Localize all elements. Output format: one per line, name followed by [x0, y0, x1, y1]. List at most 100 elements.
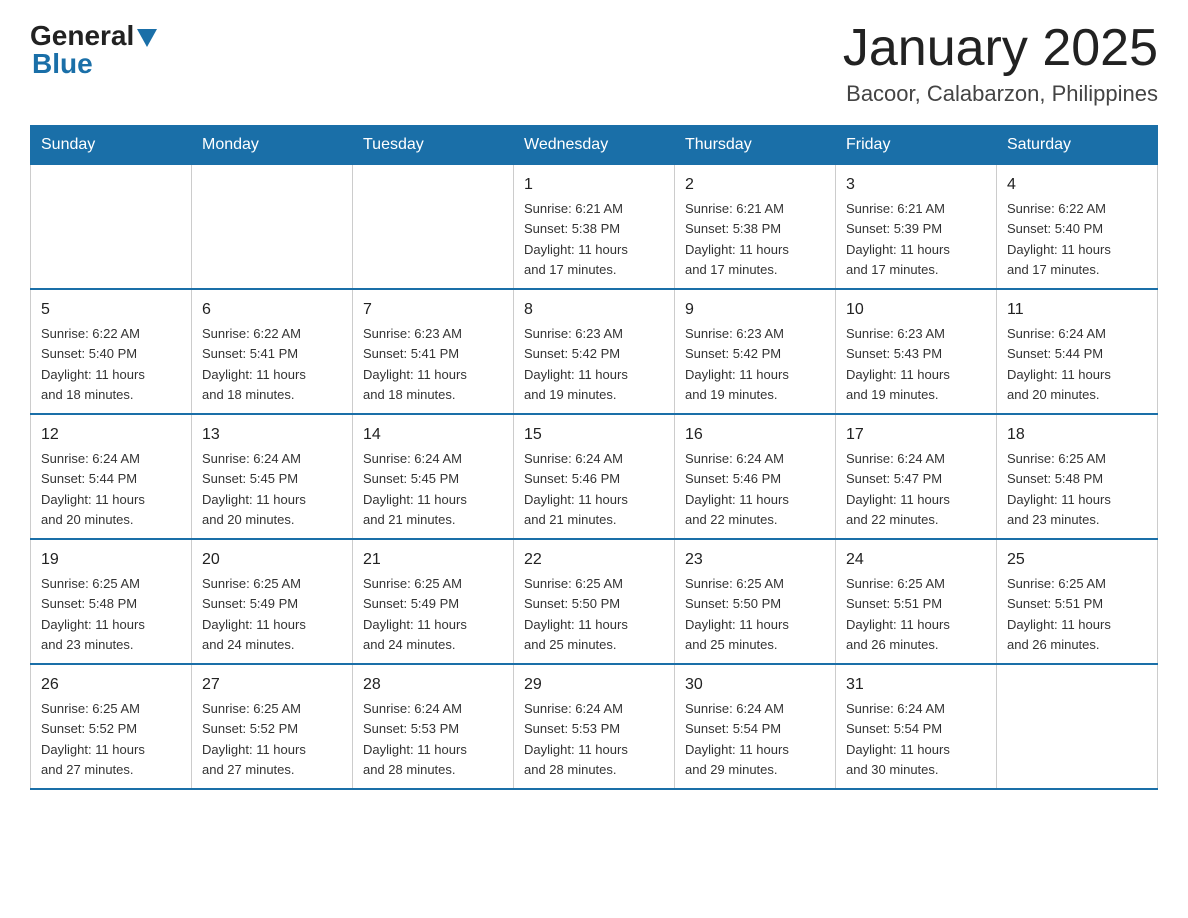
day-number: 7 [363, 298, 503, 322]
day-info: Sunrise: 6:23 AM Sunset: 5:41 PM Dayligh… [363, 326, 467, 402]
calendar-day-cell: 23Sunrise: 6:25 AM Sunset: 5:50 PM Dayli… [675, 539, 836, 664]
day-number: 31 [846, 673, 986, 697]
day-info: Sunrise: 6:23 AM Sunset: 5:43 PM Dayligh… [846, 326, 950, 402]
calendar-day-cell: 6 Sunrise: 6:22 AM Sunset: 5:41 PM Daylig… [192, 289, 353, 414]
calendar-day-cell [192, 165, 353, 290]
day-number: 30 [685, 673, 825, 697]
day-number: 20 [202, 548, 342, 572]
day-number: 13 [202, 423, 342, 447]
calendar-day-cell: 24 Sunrise: 6:25 AM Sunset: 5:51 PM Dayli… [836, 539, 997, 664]
day-info: Sunrise: 6:22 AM Sunset: 5:41 PM Dayligh… [202, 326, 306, 402]
day-number: 27 [202, 673, 342, 697]
day-number: 11 [1007, 298, 1147, 322]
day-info: Sunrise: 6:25 AM Sunset: 5:50 PM Dayligh… [685, 576, 789, 652]
day-info: Sunrise: 6:23 AM Sunset: 5:42 PM Dayligh… [524, 326, 628, 402]
logo-triangle-icon [137, 29, 157, 47]
day-info: Sunrise: 6:23 AM Sunset: 5:42 PM Dayligh… [685, 326, 789, 402]
calendar-day-cell: 11Sunrise: 6:24 AM Sunset: 5:44 PM Dayli… [997, 289, 1158, 414]
day-info: Sunrise: 6:24 AM Sunset: 5:53 PM Dayligh… [363, 701, 467, 777]
calendar-day-cell: 9 Sunrise: 6:23 AM Sunset: 5:42 PM Daylig… [675, 289, 836, 414]
calendar-day-cell: 30 Sunrise: 6:24 AM Sunset: 5:54 PM Dayli… [675, 664, 836, 789]
day-number: 19 [41, 548, 181, 572]
day-info: Sunrise: 6:24 AM Sunset: 5:54 PM Dayligh… [685, 701, 789, 777]
day-info: Sunrise: 6:24 AM Sunset: 5:46 PM Dayligh… [685, 451, 789, 527]
calendar-day-cell: 10 Sunrise: 6:23 AM Sunset: 5:43 PM Dayli… [836, 289, 997, 414]
calendar-header-row: SundayMondayTuesdayWednesdayThursdayFrid… [31, 126, 1158, 165]
day-info: Sunrise: 6:25 AM Sunset: 5:52 PM Dayligh… [202, 701, 306, 777]
day-info: Sunrise: 6:24 AM Sunset: 5:46 PM Dayligh… [524, 451, 628, 527]
calendar-day-cell: 13 Sunrise: 6:24 AM Sunset: 5:45 PM Dayli… [192, 414, 353, 539]
day-info: Sunrise: 6:22 AM Sunset: 5:40 PM Dayligh… [1007, 201, 1111, 277]
calendar-day-cell: 17 Sunrise: 6:24 AM Sunset: 5:47 PM Dayli… [836, 414, 997, 539]
day-info: Sunrise: 6:25 AM Sunset: 5:51 PM Dayligh… [846, 576, 950, 652]
calendar-day-cell: 4 Sunrise: 6:22 AM Sunset: 5:40 PM Daylig… [997, 165, 1158, 290]
day-number: 2 [685, 173, 825, 197]
day-number: 4 [1007, 173, 1147, 197]
day-number: 9 [685, 298, 825, 322]
day-info: Sunrise: 6:25 AM Sunset: 5:49 PM Dayligh… [202, 576, 306, 652]
day-number: 6 [202, 298, 342, 322]
day-number: 25 [1007, 548, 1147, 572]
day-info: Sunrise: 6:24 AM Sunset: 5:47 PM Dayligh… [846, 451, 950, 527]
calendar-day-cell: 21 Sunrise: 6:25 AM Sunset: 5:49 PM Dayli… [353, 539, 514, 664]
calendar-day-cell: 18 Sunrise: 6:25 AM Sunset: 5:48 PM Dayli… [997, 414, 1158, 539]
day-number: 26 [41, 673, 181, 697]
day-info: Sunrise: 6:24 AM Sunset: 5:44 PM Dayligh… [41, 451, 145, 527]
calendar-day-header: Thursday [675, 126, 836, 165]
day-info: Sunrise: 6:25 AM Sunset: 5:49 PM Dayligh… [363, 576, 467, 652]
day-number: 17 [846, 423, 986, 447]
day-number: 24 [846, 548, 986, 572]
logo-blue-text: Blue [32, 48, 93, 79]
calendar-week-row: 19 Sunrise: 6:25 AM Sunset: 5:48 PM Dayli… [31, 539, 1158, 664]
main-title: January 2025 [843, 20, 1158, 77]
day-info: Sunrise: 6:24 AM Sunset: 5:45 PM Dayligh… [363, 451, 467, 527]
day-info: Sunrise: 6:22 AM Sunset: 5:40 PM Dayligh… [41, 326, 145, 402]
day-info: Sunrise: 6:24 AM Sunset: 5:53 PM Dayligh… [524, 701, 628, 777]
calendar-week-row: 12 Sunrise: 6:24 AM Sunset: 5:44 PM Dayli… [31, 414, 1158, 539]
page-header: General Blue January 2025 Bacoor, Calaba… [30, 20, 1158, 107]
day-number: 22 [524, 548, 664, 572]
day-number: 18 [1007, 423, 1147, 447]
logo: General Blue [30, 20, 160, 80]
calendar-day-cell: 8Sunrise: 6:23 AM Sunset: 5:42 PM Daylig… [514, 289, 675, 414]
calendar-day-header: Saturday [997, 126, 1158, 165]
calendar-week-row: 5Sunrise: 6:22 AM Sunset: 5:40 PM Daylig… [31, 289, 1158, 414]
calendar-day-header: Monday [192, 126, 353, 165]
day-info: Sunrise: 6:25 AM Sunset: 5:50 PM Dayligh… [524, 576, 628, 652]
day-info: Sunrise: 6:25 AM Sunset: 5:48 PM Dayligh… [1007, 451, 1111, 527]
day-number: 12 [41, 423, 181, 447]
calendar-day-cell: 20 Sunrise: 6:25 AM Sunset: 5:49 PM Dayli… [192, 539, 353, 664]
day-number: 21 [363, 548, 503, 572]
calendar-day-cell: 29Sunrise: 6:24 AM Sunset: 5:53 PM Dayli… [514, 664, 675, 789]
calendar-day-cell: 28 Sunrise: 6:24 AM Sunset: 5:53 PM Dayli… [353, 664, 514, 789]
day-info: Sunrise: 6:25 AM Sunset: 5:48 PM Dayligh… [41, 576, 145, 652]
calendar-day-cell: 1Sunrise: 6:21 AM Sunset: 5:38 PM Daylig… [514, 165, 675, 290]
calendar-day-cell: 16 Sunrise: 6:24 AM Sunset: 5:46 PM Dayli… [675, 414, 836, 539]
calendar-day-cell [997, 664, 1158, 789]
calendar-day-cell: 14 Sunrise: 6:24 AM Sunset: 5:45 PM Dayli… [353, 414, 514, 539]
day-number: 14 [363, 423, 503, 447]
day-info: Sunrise: 6:24 AM Sunset: 5:54 PM Dayligh… [846, 701, 950, 777]
calendar-day-cell: 27 Sunrise: 6:25 AM Sunset: 5:52 PM Dayli… [192, 664, 353, 789]
day-info: Sunrise: 6:25 AM Sunset: 5:52 PM Dayligh… [41, 701, 145, 777]
calendar-day-cell: 15 Sunrise: 6:24 AM Sunset: 5:46 PM Dayli… [514, 414, 675, 539]
day-number: 16 [685, 423, 825, 447]
title-block: January 2025 Bacoor, Calabarzon, Philipp… [843, 20, 1158, 107]
calendar-day-header: Tuesday [353, 126, 514, 165]
day-number: 15 [524, 423, 664, 447]
day-number: 3 [846, 173, 986, 197]
calendar-day-cell [31, 165, 192, 290]
subtitle: Bacoor, Calabarzon, Philippines [843, 81, 1158, 107]
day-info: Sunrise: 6:24 AM Sunset: 5:45 PM Dayligh… [202, 451, 306, 527]
day-info: Sunrise: 6:25 AM Sunset: 5:51 PM Dayligh… [1007, 576, 1111, 652]
calendar-day-cell: 7 Sunrise: 6:23 AM Sunset: 5:41 PM Daylig… [353, 289, 514, 414]
calendar-day-cell: 26 Sunrise: 6:25 AM Sunset: 5:52 PM Dayli… [31, 664, 192, 789]
calendar-day-cell: 12 Sunrise: 6:24 AM Sunset: 5:44 PM Dayli… [31, 414, 192, 539]
calendar-table: SundayMondayTuesdayWednesdayThursdayFrid… [30, 125, 1158, 790]
day-number: 28 [363, 673, 503, 697]
day-info: Sunrise: 6:21 AM Sunset: 5:38 PM Dayligh… [685, 201, 789, 277]
day-number: 1 [524, 173, 664, 197]
day-number: 10 [846, 298, 986, 322]
calendar-day-cell: 31 Sunrise: 6:24 AM Sunset: 5:54 PM Dayli… [836, 664, 997, 789]
calendar-day-header: Friday [836, 126, 997, 165]
